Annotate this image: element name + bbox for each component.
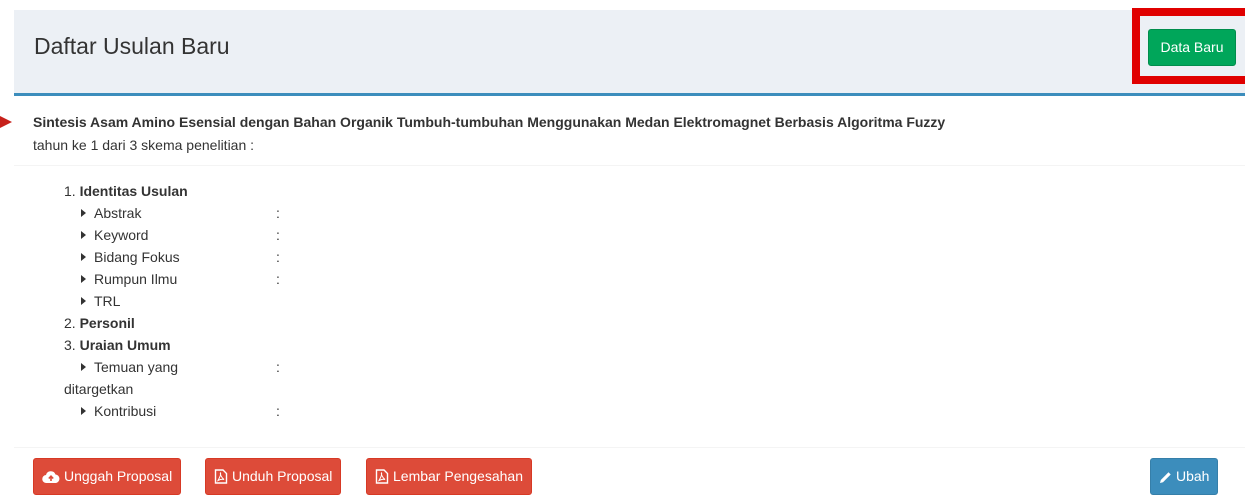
- caret-right-icon: [81, 209, 86, 217]
- download-proposal-label: Unduh Proposal: [232, 468, 333, 484]
- proposal-box-header: Sintesis Asam Amino Esensial dengan Baha…: [14, 96, 1245, 166]
- item-value: :: [276, 359, 280, 375]
- proposal-box-body: 1. Identitas Usulan Abstrak : Keyword : …: [14, 166, 1245, 448]
- section-personil: 2. Personil: [64, 315, 135, 331]
- download-proposal-button[interactable]: Unduh Proposal: [205, 458, 342, 495]
- item-value: :: [276, 403, 280, 419]
- new-data-button[interactable]: Data Baru: [1148, 29, 1236, 66]
- section-number: 3.: [64, 337, 76, 353]
- caret-right-icon: [81, 275, 86, 283]
- item-label: Bidang Fokus: [94, 249, 180, 265]
- page-title: Daftar Usulan Baru: [34, 33, 230, 59]
- list-item-abstrak: Abstrak: [81, 205, 141, 221]
- caret-right-icon: [81, 253, 86, 261]
- list-item-kontribusi: Kontribusi: [81, 403, 156, 419]
- content-header: Daftar Usulan Baru: [14, 10, 1245, 93]
- caret-right-icon: [81, 363, 86, 371]
- caret-right-icon: [81, 297, 86, 305]
- section-identitas-usulan: 1. Identitas Usulan: [64, 183, 188, 199]
- proposal-box: Sintesis Asam Amino Esensial dengan Baha…: [14, 93, 1245, 502]
- left-rail: [0, 0, 14, 502]
- caret-right-icon: [81, 407, 86, 415]
- pencil-icon: [1160, 472, 1171, 483]
- edit-button[interactable]: Ubah: [1150, 458, 1219, 495]
- item-value: :: [276, 249, 280, 265]
- item-value: :: [276, 227, 280, 243]
- upload-proposal-button[interactable]: Unggah Proposal: [33, 458, 182, 495]
- list-item-bidang-fokus: Bidang Fokus: [81, 249, 180, 265]
- list-item-rumpun-ilmu: Rumpun Ilmu: [81, 271, 177, 287]
- item-label: TRL: [94, 293, 121, 309]
- approval-sheet-button[interactable]: Lembar Pengesahan: [366, 458, 532, 495]
- section-number: 2.: [64, 315, 76, 331]
- edit-label: Ubah: [1176, 468, 1210, 484]
- section-uraian-umum: 3. Uraian Umum: [64, 337, 171, 353]
- file-pdf-icon: [375, 469, 389, 484]
- item-value: :: [276, 271, 280, 287]
- list-item-temuan: Temuan yang: [81, 359, 178, 375]
- item-label: Keyword: [94, 227, 149, 243]
- section-label: Uraian Umum: [79, 337, 171, 353]
- proposal-box-footer: [14, 448, 1245, 502]
- caret-right-icon: [81, 231, 86, 239]
- item-label: Rumpun Ilmu: [94, 271, 178, 287]
- list-item-keyword: Keyword: [81, 227, 148, 243]
- file-pdf-icon: [214, 469, 228, 484]
- approval-sheet-label: Lembar Pengesahan: [393, 468, 523, 484]
- proposal-title: Sintesis Asam Amino Esensial dengan Baha…: [33, 114, 946, 130]
- item-label: Temuan yang: [94, 359, 179, 375]
- scheme-info: tahun ke 1 dari 3 skema penelitian :: [33, 137, 255, 153]
- item-value: :: [276, 205, 280, 221]
- section-label: Identitas Usulan: [79, 183, 188, 199]
- list-item-trl: TRL: [81, 293, 120, 309]
- item-label-continued: ditargetkan: [64, 381, 134, 397]
- annotation-arrow: [0, 116, 12, 128]
- item-label: Kontribusi: [94, 403, 157, 419]
- section-number: 1.: [64, 183, 76, 199]
- upload-proposal-label: Unggah Proposal: [64, 468, 173, 484]
- item-label: Abstrak: [94, 205, 142, 221]
- cloud-upload-icon: [42, 471, 60, 484]
- section-label: Personil: [79, 315, 135, 331]
